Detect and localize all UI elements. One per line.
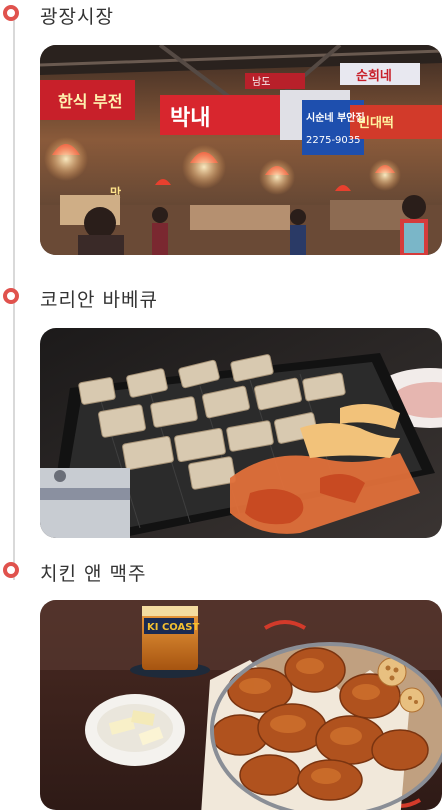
chicken-beer-illustration: KI COAST: [40, 600, 442, 810]
market-photo: 한식 부전 박내 시순네 부안집 2275-9035 순희네 빈대떡 남도 맛: [40, 45, 442, 255]
sign-text-3: 시순네 부안집: [306, 111, 365, 124]
section-title: 코리안 바베큐: [40, 289, 158, 311]
sign-text-2: 박내: [170, 106, 210, 131]
sign-text-1: 한식 부전: [58, 92, 122, 111]
timeline-node: [3, 5, 19, 21]
section-title: 광장시장: [40, 6, 114, 28]
sign-text-6: 빈대떡: [358, 115, 394, 131]
bbq-photo: [40, 328, 442, 538]
timeline-node: [3, 288, 19, 304]
market-photo-illustration: 한식 부전 박내 시순네 부안집 2275-9035 순희네 빈대떡 남도 맛: [40, 45, 442, 255]
sign-text-5: 순희네: [356, 68, 392, 84]
section-title: 치킨 앤 맥주: [40, 563, 147, 585]
timeline-node: [3, 562, 19, 578]
sign-text-4: 2275-9035: [306, 135, 361, 146]
sign-text-7: 남도: [252, 76, 270, 88]
chicken-beer-photo: KI COAST: [40, 600, 442, 810]
bbq-photo-illustration: [40, 328, 442, 538]
coaster-text: KI COAST: [147, 622, 199, 633]
